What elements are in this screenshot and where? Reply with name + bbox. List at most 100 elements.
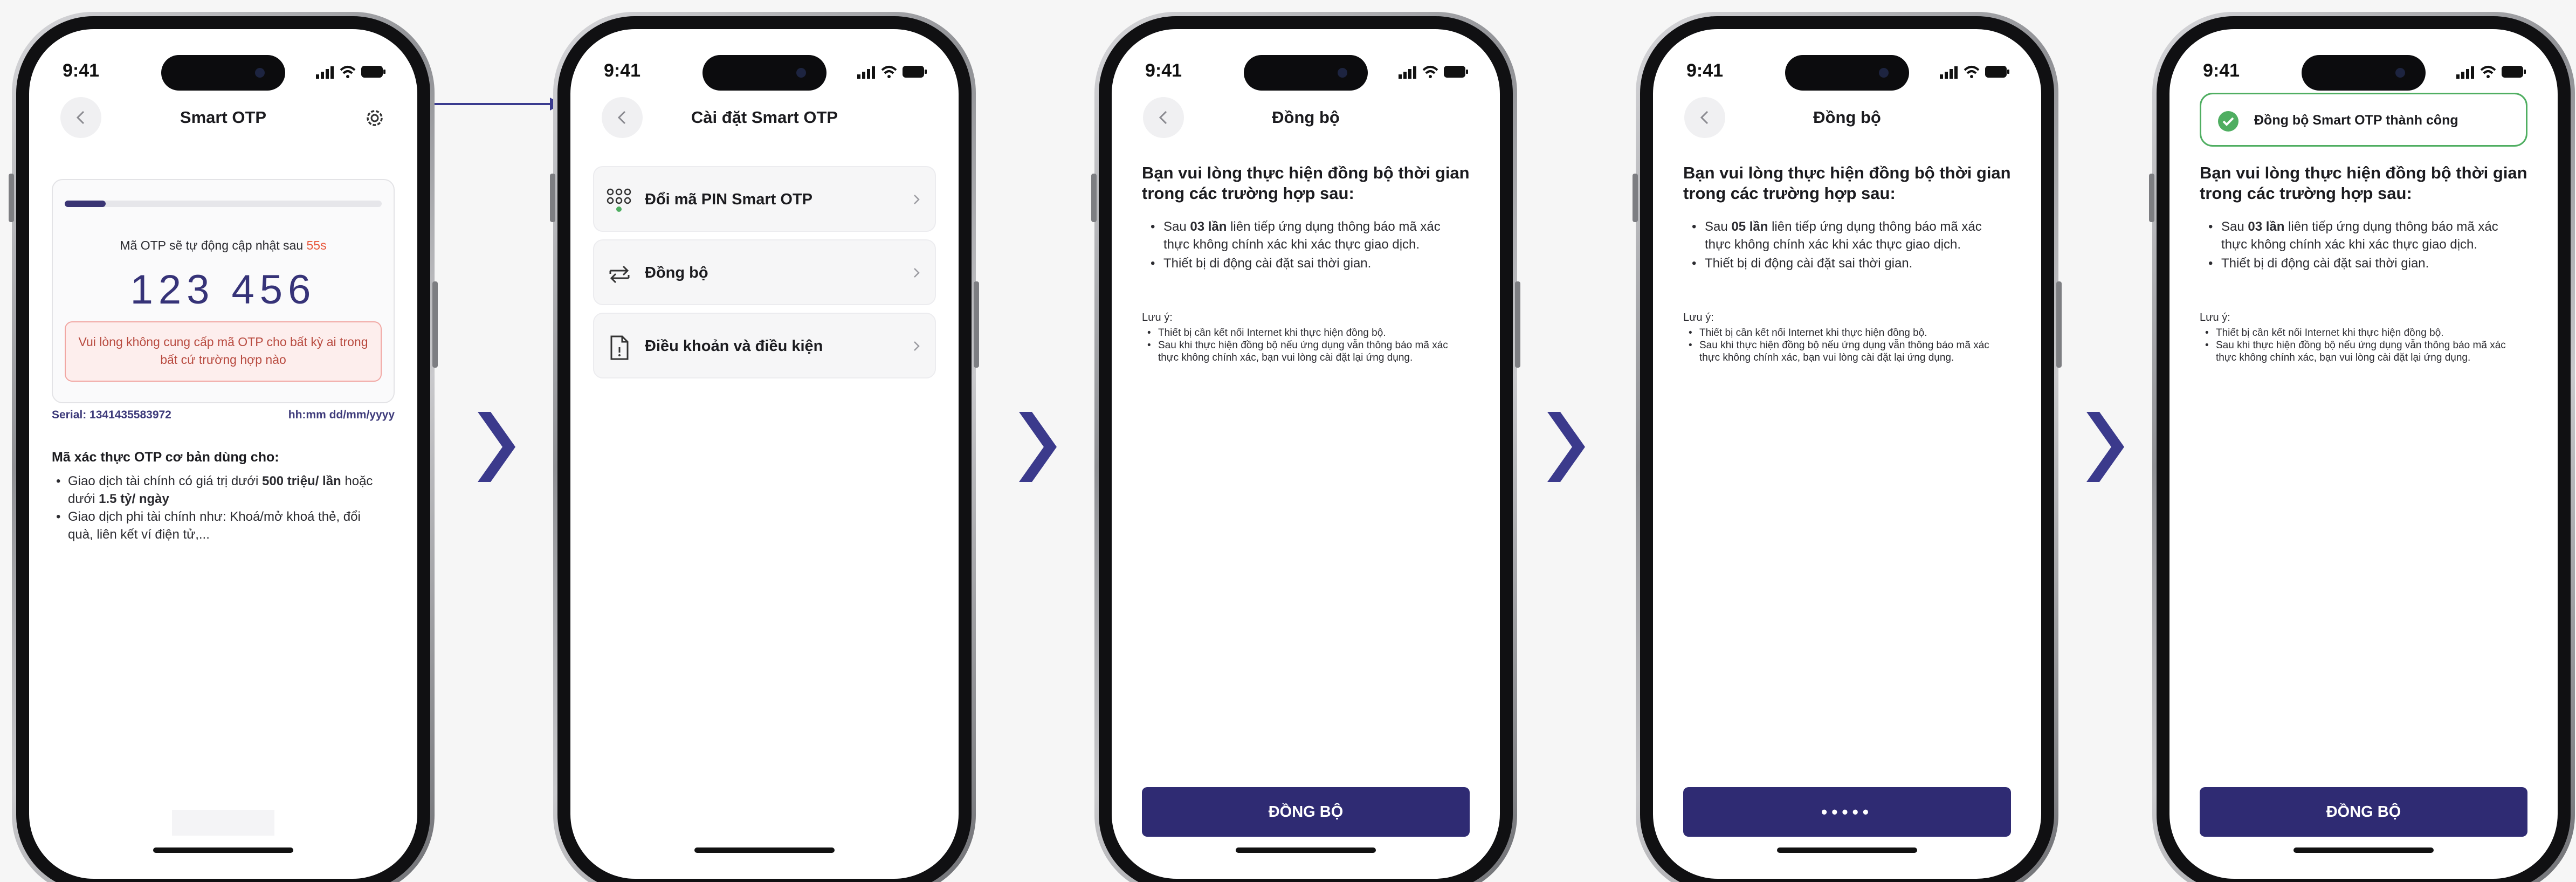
sync-success-screen: 9:41 Đồng bộ Smart OTP thành công Bạn vu… [2169,29,2558,879]
sync-icon [609,265,630,284]
settings-screen: 9:41 Cài đặt Smart OTP Đổi mã PIN Smart … [570,29,959,879]
phone-side-button [432,281,438,368]
home-indicator[interactable] [1777,847,1917,853]
list-item: Sau 03 lần liên tiếp ứng dụng thông báo … [2200,218,2525,253]
smart-otp-screen: 9:41 Smart OTP Mã OTP sẽ tự động cập nhậ… [29,29,417,879]
home-indicator[interactable] [2293,847,2434,853]
setting-item-change-pin[interactable]: Đổi mã PIN Smart OTP [593,166,936,232]
phone-frame-smart-otp: 9:41 Smart OTP Mã OTP sẽ tự động cập nhậ… [9,12,438,882]
note-item: Sau khi thực hiện đồng bộ nếu ứng dụng v… [1142,339,1462,364]
note-title: Lưu ý: [2200,312,2230,323]
failure-count: 03 lần [1190,219,1227,234]
next-step-arrow-icon [1019,412,1057,482]
sync-button[interactable]: ĐỒNG BỘ [2200,787,2527,837]
status-icons [2456,66,2526,79]
progress-fill [65,201,106,207]
uses-list: Giao dịch tài chính có giá trị dưới 500 … [52,472,385,543]
sync-heading: Bạn vui lòng thực hiện đồng bộ thời gian… [1683,163,2011,203]
setting-item-label: Điều khoản và điều kiện [645,337,823,355]
phone-side-button [2056,281,2062,368]
dynamic-island [2302,55,2426,91]
next-step-arrow-icon [478,412,515,482]
sync-conditions-list: Sau 03 lần liên tiếp ứng dụng thông báo … [1142,218,1468,273]
serial-number: Serial: 1341435583972 [52,409,171,421]
gear-icon[interactable] [362,106,387,130]
note-title: Lưu ý: [1683,312,1714,323]
list-item: Giao dịch tài chính có giá trị dưới 500 … [52,472,385,508]
page-title: Đồng bộ [1272,108,1340,127]
note-item: Thiết bị cần kết nối Internet khi thực h… [1142,327,1462,339]
note-list: Thiết bị cần kết nối Internet khi thực h… [2200,327,2520,364]
setting-item-label: Đồng bộ [645,264,708,281]
home-indicator[interactable] [1236,847,1376,853]
otp-countdown: 55s [306,238,327,252]
note-list: Thiết bị cần kết nối Internet khi thực h… [1683,327,2003,364]
otp-caption: Mã OTP sẽ tự động cập nhật sau 55s [53,238,394,253]
note-list: Thiết bị cần kết nối Internet khi thực h… [1142,327,1462,364]
list-item: Sau 03 lần liên tiếp ứng dụng thông báo … [1142,218,1468,253]
status-time: 9:41 [63,60,100,81]
otp-warning-box: Vui lòng không cung cấp mã OTP cho bất k… [65,321,382,382]
otp-timer-progress [65,201,382,207]
chevron-right-icon [914,195,920,204]
phone-side-button [1633,174,1638,222]
phone-side-button [1515,281,1520,368]
setting-item-sync[interactable]: Đồng bộ [593,239,936,305]
list-item: Sau 05 lần liên tiếp ứng dụng thông báo … [1683,218,2009,253]
dynamic-island [1244,55,1368,91]
setting-item-terms[interactable]: Điều khoản và điều kiện [593,313,936,378]
status-icons [1399,66,1468,79]
list-item: Thiết bị di động cài đặt sai thời gian. [1142,254,1468,272]
serial-row: Serial: 1341435583972 hh:mm dd/mm/yyyy [52,409,395,422]
status-time: 9:41 [2203,60,2240,81]
sync-heading: Bạn vui lòng thực hiện đồng bộ thời gian… [2200,163,2527,203]
success-toast: Đồng bộ Smart OTP thành công [2200,93,2527,147]
next-step-arrow-icon [1547,412,1585,482]
sync-screen: 9:41 Đồng bộ Bạn vui lòng thực hiện đồng… [1112,29,1500,879]
list-item: Giao dịch phi tài chính như: Khoá/mở kho… [52,508,385,543]
list-text: Giao dịch tài chính có giá trị dưới [68,474,262,488]
list-text: Sau [1705,219,1732,234]
sync-button-loading[interactable]: ••••• [1683,787,2011,837]
chevron-right-icon [914,268,920,278]
status-time: 9:41 [1686,60,1724,81]
phone-side-button [1091,174,1097,222]
placeholder-strip [172,810,274,836]
otp-card: Mã OTP sẽ tự động cập nhật sau 55s 123 4… [52,179,395,403]
uses-title: Mã xác thực OTP cơ bản dùng cho: [52,450,279,465]
check-circle-icon [2218,111,2238,132]
failure-count: 03 lần [2248,219,2285,234]
home-indicator[interactable] [153,847,293,853]
status-time: 9:41 [1145,60,1182,81]
phone-side-button [2149,174,2154,222]
sync-heading: Bạn vui lòng thực hiện đồng bộ thời gian… [1142,163,1470,203]
phone-frame-settings: 9:41 Cài đặt Smart OTP Đổi mã PIN Smart … [550,12,979,882]
sync-button[interactable]: ĐỒNG BỘ [1142,787,1470,837]
phone-side-button [974,281,979,368]
home-indicator[interactable] [694,847,835,853]
dynamic-island [1785,55,1909,91]
dynamic-island [702,55,826,91]
list-text: Sau [1163,219,1190,234]
setting-item-label: Đổi mã PIN Smart OTP [645,191,813,208]
list-text: Sau [2221,219,2248,234]
dynamic-island [161,55,285,91]
page-title: Smart OTP [180,108,267,127]
next-step-arrow-icon [2086,412,2124,482]
note-item: Thiết bị cần kết nối Internet khi thực h… [2200,327,2520,339]
page-title: Cài đặt Smart OTP [691,108,838,127]
page-title: Đồng bộ [1813,108,1881,127]
note-item: Sau khi thực hiện đồng bộ nếu ứng dụng v… [1683,339,2003,364]
note-item: Thiết bị cần kết nối Internet khi thực h… [1683,327,2003,339]
phone-frame-sync: 9:41 Đồng bộ Bạn vui lòng thực hiện đồng… [1091,12,1520,882]
list-item: Thiết bị di động cài đặt sai thời gian. [2200,254,2525,272]
status-time: 9:41 [604,60,641,81]
phone-side-button [550,174,555,222]
sync-conditions-list: Sau 05 lần liên tiếp ứng dụng thông báo … [1683,218,2009,273]
phone-frame-sync-success: 9:41 Đồng bộ Smart OTP thành công Bạn vu… [2149,12,2575,882]
phone-frame-sync-loading: 9:41 Đồng bộ Bạn vui lòng thực hiện đồng… [1633,12,2062,882]
sync-conditions-list: Sau 03 lần liên tiếp ứng dụng thông báo … [2200,218,2525,273]
note-title: Lưu ý: [1142,312,1173,323]
otp-caption-text: Mã OTP sẽ tự động cập nhật sau [120,238,307,252]
limit-per-day: 1.5 tỷ/ ngày [99,492,169,506]
